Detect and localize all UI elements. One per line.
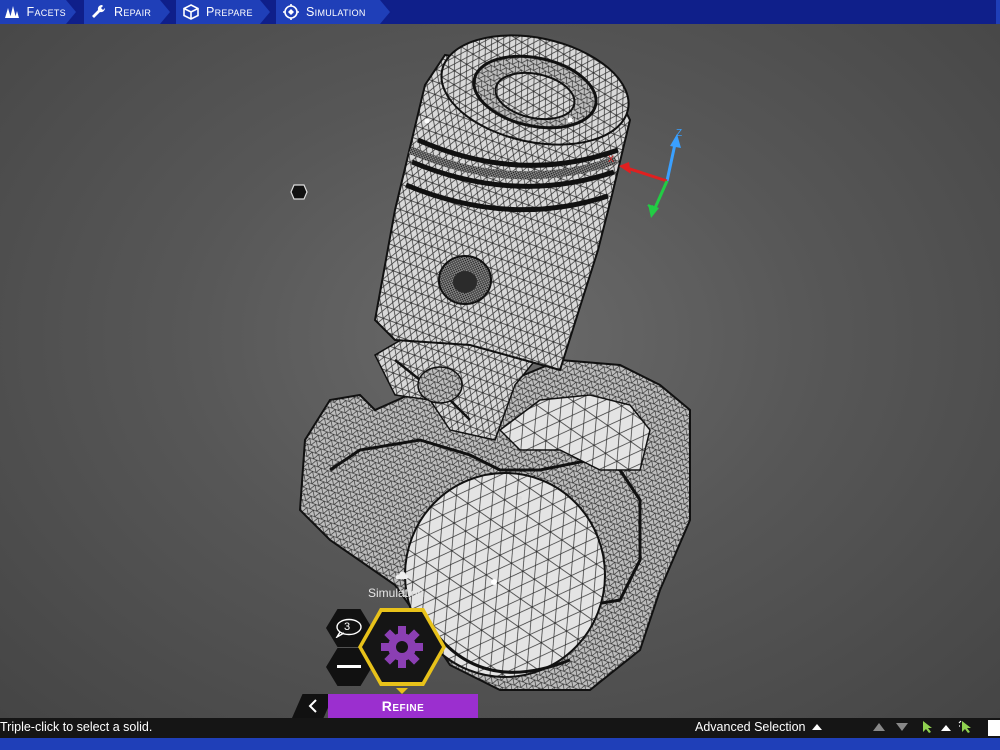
smart-select-cursor-icon[interactable] [958,720,974,734]
axis-z-label: Z [676,128,683,139]
axis-triad [619,134,681,218]
simulation-section-label: Simulation [368,586,425,600]
ribbon-end [996,0,1000,24]
previous-selection-icon[interactable] [872,722,886,732]
tab-facets[interactable]: Facets [0,0,78,24]
status-end-block [988,720,1000,736]
chevron-left-icon [308,699,317,713]
tab-label: Repair [114,5,152,19]
taskbar-strip [0,738,1000,750]
tab-label: Simulation [306,5,366,19]
tab-repair[interactable]: Repair [84,0,172,24]
tab-label: Facets [26,5,66,19]
refine-label-text: Refine [381,698,425,714]
expand-up-icon [811,724,822,730]
status-hint: Triple-click to select a solid. [0,720,153,734]
badge-count: 3 [344,621,351,633]
ribbon-tabbar: Facets Repair Prepare Simulation [0,0,1000,24]
caret-down-icon [396,688,408,694]
3d-viewport[interactable]: Z Y X [0,24,1000,718]
select-cursor-icon[interactable] [922,720,934,734]
cloud-icon [395,571,409,579]
advanced-selection-label: Advanced Selection [695,720,806,734]
mesh-model[interactable] [0,24,1000,718]
advanced-selection-button[interactable]: Advanced Selection [695,720,822,734]
cube-icon [182,3,200,21]
select-mode-up-icon[interactable] [941,725,951,731]
gear-icon [381,626,423,668]
facets-icon [4,3,21,21]
tab-label: Prepare [206,5,253,19]
tab-simulation[interactable]: Simulation [276,0,392,24]
pivot-hex-marker[interactable] [290,184,308,200]
refine-tool-label[interactable]: Refine [328,694,478,718]
status-bar: Triple-click to select a solid. Advanced… [0,718,1000,738]
axis-x-label: X [608,154,615,164]
simulation-icon [282,3,300,21]
minus-icon [337,665,361,668]
next-selection-icon[interactable] [895,722,909,732]
wrench-icon [90,3,108,21]
tab-prepare[interactable]: Prepare [176,0,272,24]
axis-y-label: Y [647,204,654,215]
